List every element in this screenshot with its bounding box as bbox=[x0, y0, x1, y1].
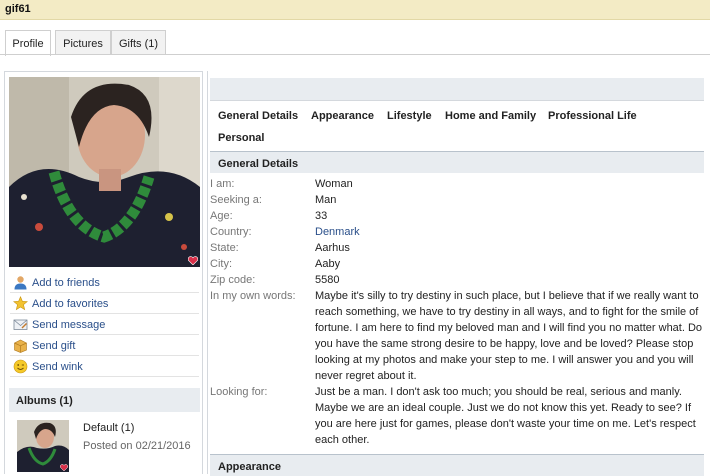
tab-pictures[interactable]: Pictures bbox=[55, 30, 111, 55]
nav-general-details[interactable]: General Details bbox=[218, 110, 298, 122]
add-to-friends-label: Add to friends bbox=[32, 277, 100, 289]
detail-label: State: bbox=[210, 242, 239, 254]
album-thumbnail[interactable] bbox=[17, 420, 69, 472]
detail-value: 5580 bbox=[315, 274, 340, 286]
detail-value: Aaby bbox=[315, 258, 341, 270]
country-link[interactable]: Denmark bbox=[315, 224, 704, 240]
detail-label: Country: bbox=[210, 226, 252, 238]
detail-label: Age: bbox=[210, 210, 233, 222]
profile-details: General Details Appearance Lifestyle Hom… bbox=[207, 71, 710, 476]
add-to-friends-button[interactable]: Add to friends bbox=[10, 272, 199, 293]
album-name[interactable]: Default (1) bbox=[83, 422, 134, 434]
envelope-icon bbox=[13, 319, 28, 330]
general-details-heading: General Details bbox=[210, 151, 704, 173]
gift-icon bbox=[14, 339, 27, 353]
profile-photo[interactable] bbox=[9, 77, 200, 267]
add-to-favorites-label: Add to favorites bbox=[32, 298, 109, 310]
person-icon bbox=[14, 276, 27, 290]
star-icon bbox=[13, 296, 28, 311]
nav-professional-life[interactable]: Professional Life bbox=[548, 110, 637, 122]
tab-gifts[interactable]: Gifts (1) bbox=[111, 30, 166, 55]
album-posted-date: Posted on 02/21/2016 bbox=[83, 440, 191, 452]
detail-label: Looking for: bbox=[210, 386, 268, 398]
detail-label: Zip code: bbox=[210, 274, 256, 286]
detail-label: In my own words: bbox=[210, 290, 296, 302]
heart-icon bbox=[60, 464, 68, 471]
tab-profile[interactable]: Profile bbox=[5, 30, 51, 56]
detail-label: Seeking a: bbox=[210, 194, 262, 206]
nav-home-and-family[interactable]: Home and Family bbox=[445, 110, 536, 122]
albums-heading: Albums (1) bbox=[9, 388, 200, 412]
nav-personal[interactable]: Personal bbox=[218, 132, 264, 144]
detail-value: Aarhus bbox=[315, 242, 350, 254]
send-wink-label: Send wink bbox=[32, 361, 83, 373]
detail-value: Man bbox=[315, 194, 337, 206]
send-wink-button[interactable]: Send wink bbox=[10, 356, 199, 377]
add-to-favorites-button[interactable]: Add to favorites bbox=[10, 293, 199, 314]
profile-photo-image bbox=[9, 77, 200, 267]
nav-appearance[interactable]: Appearance bbox=[311, 110, 374, 122]
title-bar: gif61 bbox=[0, 0, 710, 20]
looking-for-text: Just be a man. I don't ask too much; you… bbox=[315, 386, 696, 446]
heart-icon[interactable] bbox=[188, 256, 198, 265]
details-header-bar bbox=[210, 78, 704, 101]
nav-lifestyle[interactable]: Lifestyle bbox=[387, 110, 432, 122]
about-me-text: Maybe it's silly to try destiny in such … bbox=[315, 290, 703, 382]
detail-value: 33 bbox=[315, 210, 328, 222]
detail-label: I am: bbox=[210, 178, 235, 190]
profile-username: gif61 bbox=[5, 3, 31, 15]
detail-label: City: bbox=[210, 258, 232, 270]
send-message-label: Send message bbox=[32, 319, 106, 331]
tab-divider bbox=[0, 54, 710, 55]
send-gift-label: Send gift bbox=[32, 340, 76, 352]
send-gift-button[interactable]: Send gift bbox=[10, 335, 199, 356]
send-message-button[interactable]: Send message bbox=[10, 314, 199, 335]
profile-actions: Add to friends Add to favorites Send mes… bbox=[10, 272, 199, 377]
appearance-heading: Appearance bbox=[210, 454, 704, 476]
detail-value: Woman bbox=[315, 178, 353, 190]
profile-sidebar: Add to friends Add to favorites Send mes… bbox=[4, 71, 203, 474]
smiley-icon bbox=[13, 359, 28, 374]
